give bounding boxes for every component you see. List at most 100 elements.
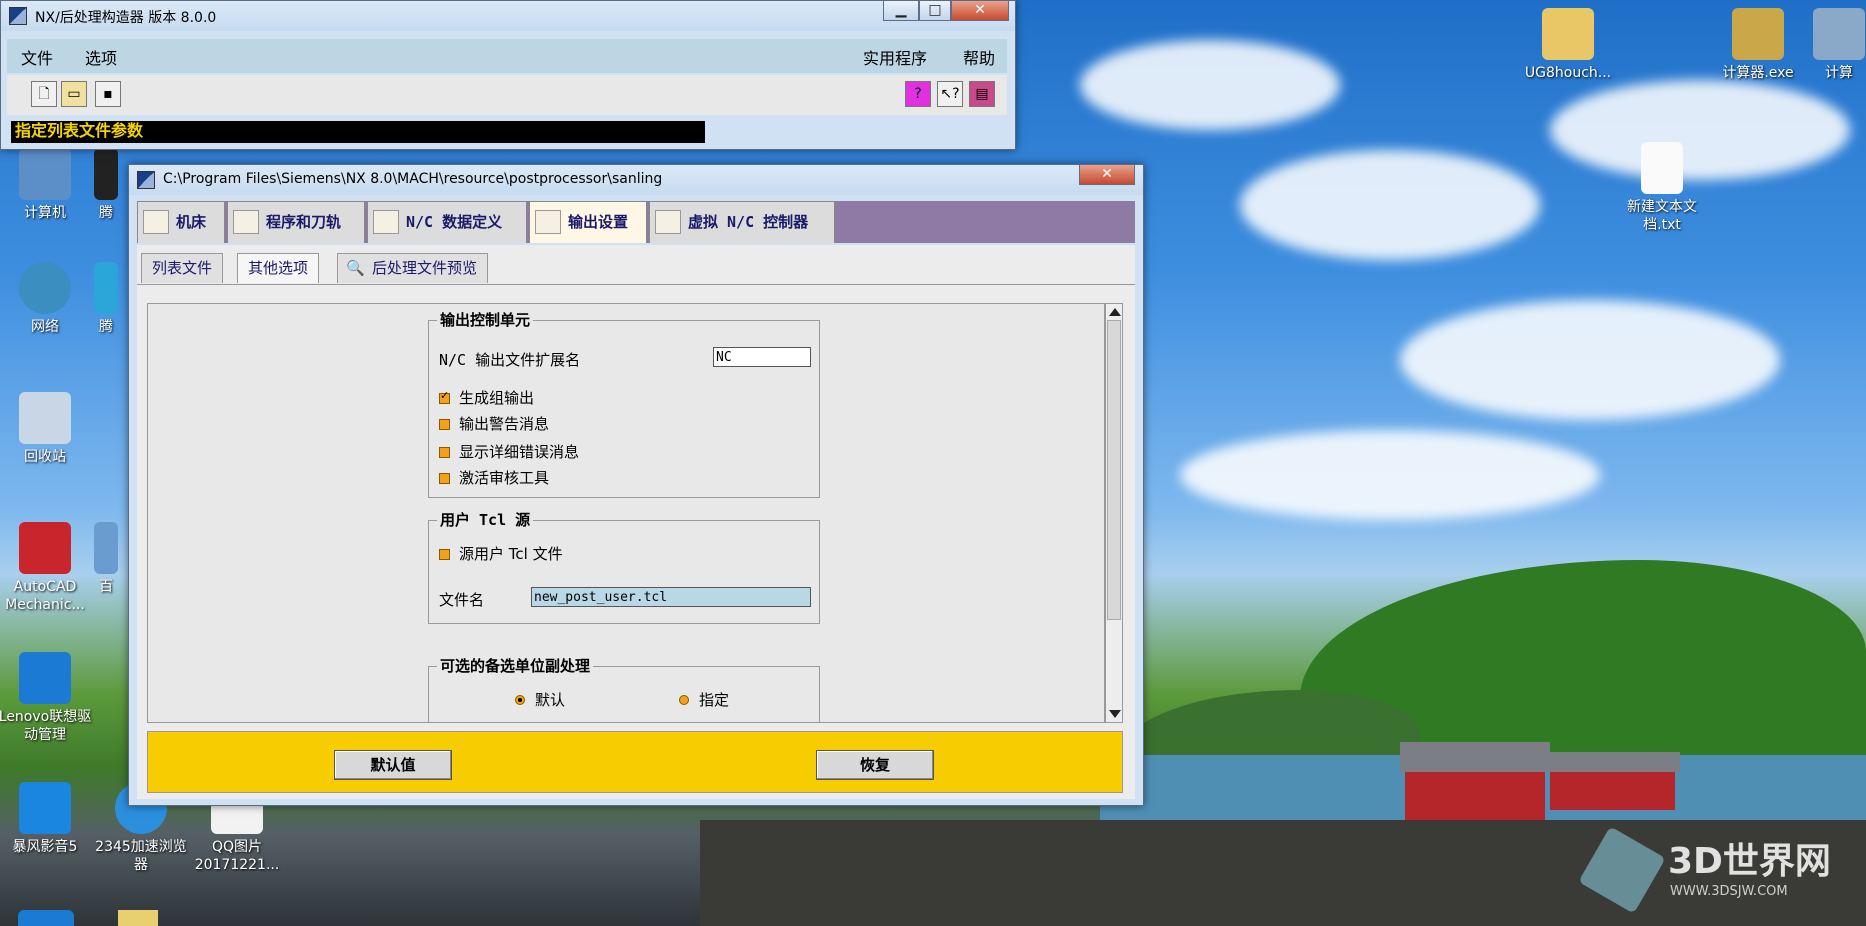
menu-utilities[interactable]: 实用程序 (863, 45, 927, 69)
desktop-icon-calculator-partial[interactable]: 计算 (1812, 8, 1866, 82)
desktop-icon-recycle-bin[interactable]: 回收站 (0, 392, 92, 466)
status-message: 指定列表文件参数 (11, 121, 705, 143)
computer-icon (19, 148, 71, 200)
desktop-icon-partial[interactable]: 腾 (94, 148, 118, 222)
restore-button[interactable]: 恢复 (816, 750, 934, 780)
desktop-icon-text-file[interactable]: 新建文本文档.txt (1612, 142, 1712, 234)
warning-msg-checkbox[interactable] (439, 419, 450, 430)
alt-unit-subpost-group: 可选的备选单位副处理 默认 指定 (428, 655, 820, 722)
default-radio-label: 默认 (535, 691, 566, 709)
alt-unit-title: 可选的备选单位副处理 (437, 655, 594, 676)
tcl-file-name-input[interactable] (531, 587, 811, 607)
output-control-title: 输出控制单元 (437, 309, 534, 330)
minimize-button[interactable]: ▁ (883, 1, 919, 21)
desktop-icon-network[interactable]: 网络 (0, 262, 92, 336)
nc-extension-input[interactable] (713, 347, 811, 367)
nx-app-icon (9, 7, 27, 25)
desktop-icon-calculator[interactable]: 计算器.exe (1708, 8, 1808, 82)
tab-virtual-nc-controller[interactable]: 虚拟 N/C 控制器 (649, 201, 835, 243)
controller-icon (655, 210, 681, 234)
desktop-icon-lenovo[interactable]: Lenovo联想驱动管理 (0, 652, 92, 744)
default-values-button[interactable]: 默认值 (334, 750, 452, 780)
lenovo-driver-icon (19, 652, 71, 704)
partial-icon[interactable] (18, 910, 74, 926)
group-output-label: 生成组输出 (459, 389, 535, 407)
scroll-up-arrow-icon[interactable] (1109, 308, 1121, 316)
house-roof (1545, 752, 1680, 772)
desktop-icon-ug-folder[interactable]: UG8houch... (1518, 8, 1618, 82)
main-titlebar: NX/后处理构造器 版本 8.0.0 ▁ □ ✕ (1, 1, 1015, 31)
specify-radio[interactable] (679, 695, 689, 705)
dialog-footer: 默认值 恢复 (147, 731, 1123, 793)
main-tab-row: 机床 程序和刀轨 N/C 数据定义 输出设置 虚拟 N/C 控制器 (137, 201, 1135, 243)
tcl-file-name-label: 文件名 (439, 591, 485, 609)
save-icon[interactable]: ▪ (95, 81, 121, 107)
tab-output-settings[interactable]: 输出设置 (529, 201, 647, 243)
scroll-down-arrow-icon[interactable] (1109, 710, 1121, 718)
cloud (1180, 430, 1600, 520)
main-window-title: NX/后处理构造器 版本 8.0.0 (35, 10, 217, 26)
text-file-icon (1641, 142, 1683, 194)
context-help-icon[interactable]: ↖? (937, 81, 963, 107)
tab-nc-data-definition[interactable]: N/C 数据定义 (367, 201, 527, 243)
new-file-icon[interactable]: 🗋 (31, 81, 57, 107)
red-house (1405, 770, 1545, 820)
preview-magnifier-icon: 🔍 (346, 259, 365, 277)
specify-radio-label: 指定 (699, 691, 730, 709)
scroll-thumb[interactable] (1107, 320, 1121, 620)
desktop-icon-computer[interactable]: 计算机 (0, 148, 92, 222)
subtab-listing-file[interactable]: 列表文件 (141, 253, 224, 283)
output-control-group: 输出控制单元 N/C 输出文件扩展名 生成组输出 输出警告消息 显示详细错误消息… (428, 309, 820, 498)
tab-program-toolpath[interactable]: 程序和刀轨 (227, 201, 365, 243)
toolpath-icon (233, 210, 259, 234)
detailed-error-checkbox[interactable] (439, 447, 450, 458)
house-roof (1400, 742, 1550, 772)
group-output-checkbox[interactable] (439, 389, 450, 404)
menu-file[interactable]: 文件 (21, 45, 53, 69)
dialog-close-button[interactable]: ✕ (1079, 165, 1135, 185)
user-tcl-group: 用户 Tcl 源 源用户 Tcl 文件 文件名 (428, 509, 820, 624)
desktop-icon-autocad[interactable]: AutoCAD Mechanic... (0, 522, 92, 614)
detailed-error-label: 显示详细错误消息 (459, 443, 580, 461)
close-button[interactable]: ✕ (951, 1, 1009, 21)
partial-icon[interactable] (118, 910, 158, 926)
tab-machine[interactable]: 机床 (137, 201, 225, 243)
dialog-title: C:\Program Files\Siemens\NX 8.0\MACH\res… (163, 171, 663, 187)
watermark-cube-icon (1578, 826, 1666, 914)
manual-book-icon[interactable]: ▤ (969, 81, 995, 107)
desktop-icon-partial[interactable]: 腾 (94, 262, 118, 336)
menu-help[interactable]: 帮助 (963, 45, 995, 69)
maximize-button[interactable]: □ (919, 1, 951, 21)
recycle-bin-icon (19, 392, 71, 444)
dialog-app-icon (137, 171, 155, 189)
calculator-icon (1813, 8, 1865, 60)
postbuilder-main-window: NX/后处理构造器 版本 8.0.0 ▁ □ ✕ 文件 选项 实用程序 帮助 🗋… (0, 0, 1016, 150)
postprocessor-dialog: C:\Program Files\Siemens\NX 8.0\MACH\res… (128, 164, 1144, 806)
desktop-icon-partial[interactable]: 百 (94, 522, 118, 596)
cloud (1080, 40, 1340, 130)
warning-msg-label: 输出警告消息 (459, 415, 550, 433)
options-content: 输出控制单元 N/C 输出文件扩展名 生成组输出 输出警告消息 显示详细错误消息… (147, 303, 1105, 723)
desktop-icon-baofeng[interactable]: 暴风影音5 (0, 782, 92, 856)
subtab-underline (137, 284, 1135, 285)
default-radio[interactable] (515, 695, 525, 705)
open-folder-icon[interactable]: ▭ (61, 81, 87, 107)
app-icon (94, 522, 118, 574)
baofeng-icon (19, 782, 71, 834)
watermark: 3D世界网 WWW.3DSJW.COM (1578, 826, 1860, 914)
menu-options[interactable]: 选项 (85, 45, 117, 69)
main-toolbar: 🗋 ▭ ▪ ? ↖? ▤ (7, 75, 1007, 115)
cloud (1400, 300, 1780, 420)
subtab-other-options[interactable]: 其他选项 (237, 253, 320, 283)
review-tool-checkbox[interactable] (439, 473, 450, 484)
help-question-icon[interactable]: ? (905, 81, 931, 107)
subtab-post-file-preview[interactable]: 🔍 后处理文件预览 (337, 253, 489, 283)
cloud (1240, 150, 1540, 260)
red-house (1550, 770, 1675, 810)
folder-icon (1542, 8, 1594, 60)
content-scrollbar[interactable] (1105, 303, 1123, 723)
dialog-titlebar: C:\Program Files\Siemens\NX 8.0\MACH\res… (129, 165, 1143, 195)
user-tcl-title: 用户 Tcl 源 (437, 509, 534, 530)
source-user-tcl-label: 源用户 Tcl 文件 (459, 545, 563, 563)
source-user-tcl-checkbox[interactable] (439, 549, 450, 560)
